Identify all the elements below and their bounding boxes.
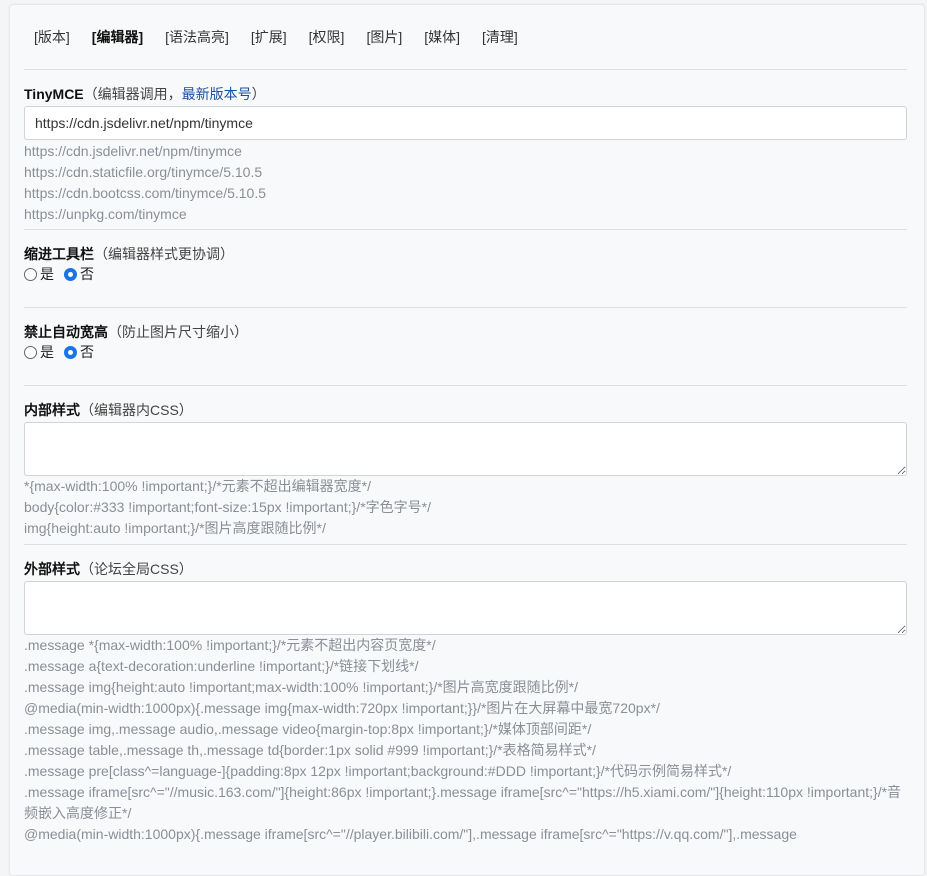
inner-css-hints: *{max-width:100% !important;}/*元素不超出编辑器宽… — [24, 476, 907, 539]
tinymce-section: TinyMCE（编辑器调用，最新版本号） https://cdn.jsdeliv… — [24, 70, 907, 225]
tab-cleanup[interactable]: [清理] — [482, 27, 518, 47]
indent-toolbar-label: 缩进工具栏 — [24, 246, 94, 262]
css-hint: @media(min-width:1000px){.message iframe… — [24, 826, 797, 842]
latest-version-link[interactable]: 最新版本号 — [182, 86, 252, 102]
settings-panel: [版本] [编辑器] [语法高亮] [扩展] [权限] [图片] [媒体] [清… — [9, 4, 925, 876]
radio-no-label: 否 — [80, 266, 94, 282]
css-hint: img{height:auto !important;}/*图片高度跟随比例*/ — [24, 520, 326, 536]
no-auto-size-note: （防止图片尺寸缩小） — [108, 324, 248, 340]
no-auto-size-section: 禁止自动宽高（防止图片尺寸缩小） 是 否 — [24, 308, 907, 385]
tab-extensions[interactable]: [扩展] — [251, 27, 287, 47]
indent-toolbar-section: 缩进工具栏（编辑器样式更协调） 是 否 — [24, 230, 907, 307]
outer-css-label: 外部样式 — [24, 561, 80, 577]
radio-no[interactable] — [64, 267, 77, 281]
no-auto-size-yes-option[interactable]: 是 — [24, 342, 54, 362]
tab-syntax-highlight[interactable]: [语法高亮] — [165, 27, 229, 47]
settings-content: [版本] [编辑器] [语法高亮] [扩展] [权限] [图片] [媒体] [清… — [24, 5, 907, 845]
radio-no-label: 否 — [80, 344, 94, 360]
tinymce-cdn-hints: https://cdn.jsdelivr.net/npm/tinymce htt… — [24, 141, 907, 225]
cdn-hint: https://cdn.bootcss.com/tinymce/5.10.5 — [24, 185, 267, 201]
no-auto-size-no-option[interactable]: 否 — [64, 342, 94, 362]
css-hint: .message img,.message audio,.message vid… — [24, 721, 592, 737]
radio-yes-label: 是 — [40, 344, 54, 360]
tab-images[interactable]: [图片] — [366, 27, 402, 47]
css-hint: .message *{max-width:100% !important;}/*… — [24, 637, 436, 653]
css-hint: .message pre[class^=language-]{padding:8… — [24, 763, 732, 779]
outer-css-section: 外部样式（论坛全局CSS） .message *{max-width:100% … — [24, 545, 907, 845]
radio-yes[interactable] — [24, 345, 37, 359]
tinymce-label: TinyMCE — [24, 86, 84, 102]
outer-css-hints: .message *{max-width:100% !important;}/*… — [24, 635, 907, 845]
radio-yes[interactable] — [24, 267, 37, 281]
indent-toolbar-note: （编辑器样式更协调） — [94, 246, 234, 262]
inner-css-label: 内部样式 — [24, 402, 80, 418]
radio-yes-label: 是 — [40, 266, 54, 282]
cdn-hint: https://unpkg.com/tinymce — [24, 206, 187, 222]
tab-editor[interactable]: [编辑器] — [92, 27, 143, 47]
tinymce-note-suffix: ） — [251, 86, 266, 102]
tab-bar: [版本] [编辑器] [语法高亮] [扩展] [权限] [图片] [媒体] [清… — [24, 5, 907, 69]
outer-css-title: 外部样式（论坛全局CSS） — [24, 559, 907, 579]
tab-permissions[interactable]: [权限] — [309, 27, 345, 47]
css-hint: .message iframe[src^="//music.163.com/"]… — [24, 784, 902, 821]
no-auto-size-title: 禁止自动宽高（防止图片尺寸缩小） — [24, 322, 907, 342]
css-hint: *{max-width:100% !important;}/*元素不超出编辑器宽… — [24, 478, 371, 494]
cdn-hint: https://cdn.staticfile.org/tinymce/5.10.… — [24, 164, 263, 180]
indent-toolbar-yes-option[interactable]: 是 — [24, 264, 54, 284]
tab-version[interactable]: [版本] — [34, 27, 70, 47]
css-hint: @media(min-width:1000px){.message img{ma… — [24, 700, 660, 716]
indent-toolbar-options: 是 否 — [24, 264, 907, 284]
tab-media[interactable]: [媒体] — [424, 27, 460, 47]
outer-css-textarea[interactable] — [24, 581, 907, 635]
radio-no[interactable] — [64, 345, 77, 359]
inner-css-note: （编辑器内CSS） — [80, 402, 193, 418]
inner-css-title: 内部样式（编辑器内CSS） — [24, 400, 907, 420]
tinymce-note-prefix: （编辑器调用， — [83, 86, 182, 102]
inner-css-textarea[interactable] — [24, 422, 907, 476]
cdn-hint: https://cdn.jsdelivr.net/npm/tinymce — [24, 143, 242, 159]
tinymce-url-input[interactable] — [24, 106, 907, 140]
indent-toolbar-no-option[interactable]: 否 — [64, 264, 94, 284]
css-hint: body{color:#333 !important;font-size:15p… — [24, 499, 431, 515]
css-hint: .message img{height:auto !important;max-… — [24, 679, 578, 695]
no-auto-size-options: 是 否 — [24, 342, 907, 362]
inner-css-section: 内部样式（编辑器内CSS） *{max-width:100% !importan… — [24, 386, 907, 539]
tinymce-title: TinyMCE（编辑器调用，最新版本号） — [24, 84, 907, 104]
css-hint: .message a{text-decoration:underline !im… — [24, 658, 419, 674]
indent-toolbar-title: 缩进工具栏（编辑器样式更协调） — [24, 244, 907, 264]
no-auto-size-label: 禁止自动宽高 — [24, 324, 108, 340]
outer-css-note: （论坛全局CSS） — [80, 561, 193, 577]
css-hint: .message table,.message th,.message td{b… — [24, 742, 596, 758]
